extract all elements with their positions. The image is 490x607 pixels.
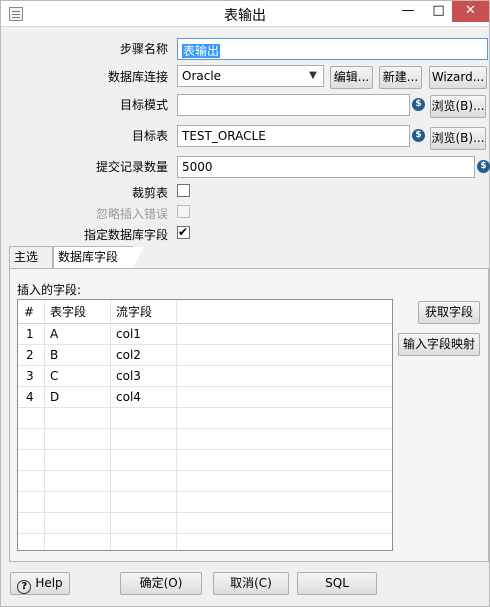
checkmark-icon: ✔ (178, 225, 189, 239)
truncate-label: 裁剪表 (131, 186, 168, 200)
dialog-window: 表输出 — □ ✕ 步骤名称 表输出 数据库连接 Oracle ▼ 编辑... … (0, 0, 490, 607)
variable-icon: $ (412, 98, 425, 111)
table-row-empty (18, 471, 392, 492)
minimize-button[interactable]: — (391, 1, 425, 22)
wizard-button[interactable]: Wizard... (429, 66, 487, 89)
browse-table-button[interactable]: 浏览(B)... (430, 127, 486, 150)
table-row-empty (18, 534, 392, 550)
db-connection-select[interactable]: Oracle ▼ (177, 65, 324, 87)
table-row-empty (18, 429, 392, 450)
row-num: 1 (26, 327, 34, 341)
help-label: Help (35, 576, 63, 590)
commit-size-input[interactable]: 5000 (177, 156, 475, 178)
table-row[interactable]: 4 D col4 (18, 387, 392, 408)
specify-fields-label: 指定数据库字段 (83, 228, 168, 242)
row-num: 3 (26, 369, 34, 383)
help-button[interactable]: ? Help (10, 572, 70, 595)
stream-field-cell[interactable]: col4 (112, 387, 141, 408)
commit-size-label: 提交记录数量 (95, 160, 168, 174)
stream-field-cell[interactable]: col1 (112, 324, 141, 345)
cancel-button[interactable]: 取消(C) (213, 572, 289, 595)
target-schema-label: 目标模式 (119, 98, 168, 112)
truncate-checkbox[interactable] (177, 184, 190, 197)
table-row-empty (18, 513, 392, 534)
table-field-cell[interactable]: D (46, 387, 59, 408)
table-row[interactable]: 2 B col2 (18, 345, 392, 366)
column-header-table-field[interactable]: 表字段 (46, 302, 86, 323)
tab-database-fields[interactable]: 数据库字段 (53, 246, 144, 270)
get-fields-button[interactable]: 获取字段 (418, 301, 480, 324)
table-row[interactable]: 3 C col3 (18, 366, 392, 387)
row-num: 4 (26, 390, 34, 404)
ignore-errors-checkbox (177, 205, 190, 218)
step-name-value: 表输出 (182, 44, 221, 58)
tab-main-options[interactable]: 主选项 (9, 246, 53, 285)
close-button[interactable]: ✕ (452, 1, 489, 22)
step-name-input[interactable]: 表输出 (177, 38, 488, 60)
db-connection-label: 数据库连接 (107, 70, 168, 84)
stream-field-cell[interactable]: col3 (112, 366, 141, 387)
table-field-cell[interactable]: A (46, 324, 58, 345)
help-icon: ? (17, 580, 32, 594)
row-num: 2 (26, 348, 34, 362)
target-schema-input[interactable] (177, 94, 410, 116)
insert-fields-label: 插入的字段: (17, 283, 82, 297)
target-table-input[interactable]: TEST_ORACLE (177, 125, 410, 147)
title-bar: 表输出 — □ ✕ (1, 1, 489, 27)
table-row-empty (18, 492, 392, 513)
new-connection-button[interactable]: 新建... (379, 66, 422, 89)
db-connection-value: Oracle (182, 69, 222, 83)
table-field-cell[interactable]: B (46, 345, 58, 366)
sql-button[interactable]: SQL (297, 572, 377, 595)
table-row-empty (18, 408, 392, 429)
table-row-empty (18, 450, 392, 471)
column-header-stream-field[interactable]: 流字段 (112, 302, 152, 323)
maximize-button[interactable]: □ (425, 1, 452, 22)
variable-icon: $ (477, 160, 490, 173)
table-header: # 表字段 流字段 (18, 300, 392, 324)
browse-schema-button[interactable]: 浏览(B)... (430, 95, 486, 118)
ignore-errors-label: 忽略插入错误 (95, 207, 168, 221)
step-name-label: 步骤名称 (119, 42, 168, 56)
chevron-down-icon: ▼ (309, 70, 317, 81)
fields-table[interactable]: # 表字段 流字段 1 A col1 2 B col2 3 C col3 4 D… (17, 299, 393, 551)
table-row[interactable]: 1 A col1 (18, 324, 392, 345)
stream-field-cell[interactable]: col2 (112, 345, 141, 366)
table-field-cell[interactable]: C (46, 366, 58, 387)
column-header-num[interactable]: # (22, 302, 34, 323)
input-field-mapping-button[interactable]: 输入字段映射 (398, 333, 480, 356)
specify-fields-checkbox[interactable]: ✔ (177, 225, 190, 239)
target-table-label: 目标表 (131, 129, 168, 143)
variable-icon: $ (412, 129, 425, 142)
ok-button[interactable]: 确定(O) (120, 572, 202, 595)
edit-connection-button[interactable]: 编辑... (330, 66, 373, 89)
